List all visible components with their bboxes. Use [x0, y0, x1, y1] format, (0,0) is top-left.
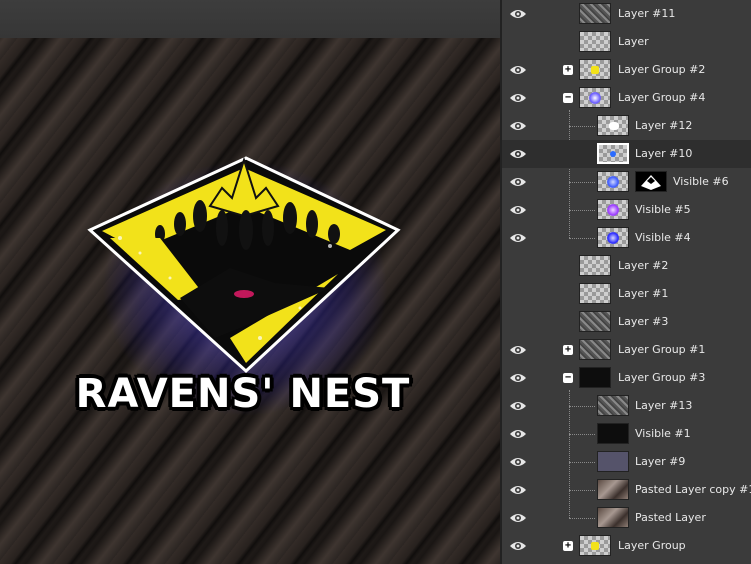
layer-name[interactable]: Layer Group #2 — [618, 63, 705, 76]
eye-icon[interactable] — [509, 147, 527, 161]
layer-name[interactable]: Pasted Layer copy #1 — [635, 483, 751, 496]
layer-name[interactable]: Layer #2 — [618, 259, 668, 272]
logo-raven-eye — [234, 290, 254, 298]
layer-name[interactable]: Layer #13 — [635, 399, 692, 412]
layer-group-row[interactable]: + Layer Group — [502, 532, 751, 560]
eye-icon[interactable] — [509, 119, 527, 133]
layer-thumbnail — [597, 395, 629, 416]
layer-thumbnail — [597, 451, 629, 472]
canvas-top-bar — [0, 0, 500, 39]
layer-thumbnail — [597, 143, 629, 164]
layer-name[interactable]: Layer #10 — [635, 147, 692, 160]
layer-group-row[interactable]: − Layer Group #4 — [502, 84, 751, 112]
minus-icon[interactable]: − — [563, 93, 573, 103]
minus-icon[interactable]: − — [563, 373, 573, 383]
layer-name[interactable]: Layer Group #4 — [618, 91, 705, 104]
layers-panel: Layer #11 Layer + Layer Group #2 − Layer… — [502, 0, 751, 564]
layer-thumbnail — [597, 115, 629, 136]
layer-name[interactable]: Layer #9 — [635, 455, 685, 468]
layer-thumbnail — [579, 255, 611, 276]
layer-row[interactable]: Layer #11 — [502, 0, 751, 28]
layer-name[interactable]: Layer #11 — [618, 7, 675, 20]
layer-row[interactable]: Visible #4 — [502, 224, 751, 252]
layer-thumbnail — [597, 423, 629, 444]
layer-row-selected[interactable]: Layer #10 — [502, 140, 751, 168]
layer-name[interactable]: Visible #5 — [635, 203, 691, 216]
eye-icon[interactable] — [509, 7, 527, 21]
layer-name[interactable]: Pasted Layer — [635, 511, 706, 524]
layer-name[interactable]: Layer — [618, 35, 649, 48]
eye-icon[interactable] — [509, 63, 527, 77]
layer-thumbnail — [579, 535, 611, 556]
layer-thumbnail — [579, 367, 611, 388]
eye-icon[interactable] — [509, 427, 527, 441]
plus-icon[interactable]: + — [563, 541, 573, 551]
eye-icon[interactable] — [509, 455, 527, 469]
layer-name[interactable]: Visible #1 — [635, 427, 691, 440]
eye-icon[interactable] — [509, 343, 527, 357]
logo-title: RAVENS' NEST — [75, 371, 411, 417]
layer-thumbnail — [579, 311, 611, 332]
layer-row[interactable]: Layer #2 — [502, 252, 751, 280]
layer-name[interactable]: Visible #4 — [635, 231, 691, 244]
eye-icon[interactable] — [509, 483, 527, 497]
layer-row[interactable]: Layer — [502, 28, 751, 56]
eye-icon[interactable] — [509, 371, 527, 385]
layer-thumbnail — [597, 507, 629, 528]
layer-name[interactable]: Layer Group #3 — [618, 371, 705, 384]
plus-icon[interactable]: + — [563, 345, 573, 355]
layer-thumbnail — [579, 59, 611, 80]
eye-icon[interactable] — [509, 203, 527, 217]
layer-row[interactable]: Layer #13 — [502, 392, 751, 420]
layer-thumbnail — [579, 339, 611, 360]
layer-name[interactable]: Visible #6 — [673, 175, 729, 188]
layer-row[interactable]: Pasted Layer — [502, 504, 751, 532]
plus-icon[interactable]: + — [563, 65, 573, 75]
layer-name[interactable]: Layer #3 — [618, 315, 668, 328]
layer-thumbnail — [597, 227, 629, 248]
layer-thumbnail — [597, 479, 629, 500]
layer-thumbnail — [597, 199, 629, 220]
layer-group-row[interactable]: − Layer Group #3 — [502, 364, 751, 392]
layer-row[interactable]: Pasted Layer copy #1 — [502, 476, 751, 504]
eye-icon[interactable] — [509, 399, 527, 413]
layer-row[interactable]: Visible #6 — [502, 168, 751, 196]
layer-row[interactable]: Layer #9 — [502, 448, 751, 476]
layer-name[interactable]: Layer Group — [618, 539, 686, 552]
layer-row[interactable]: Visible #5 — [502, 196, 751, 224]
eye-icon[interactable] — [509, 231, 527, 245]
layer-thumbnail — [597, 171, 629, 192]
layer-name[interactable]: Layer Group #1 — [618, 343, 705, 356]
canvas-view[interactable]: RAVENS' NEST — [0, 38, 500, 564]
layer-name[interactable]: Layer #1 — [618, 287, 668, 300]
layer-thumbnail — [579, 87, 611, 108]
layer-name[interactable]: Layer #12 — [635, 119, 692, 132]
layer-thumbnail — [579, 283, 611, 304]
eye-icon[interactable] — [509, 511, 527, 525]
eye-icon[interactable] — [509, 175, 527, 189]
layer-row[interactable]: Layer #3 — [502, 308, 751, 336]
eye-icon[interactable] — [509, 91, 527, 105]
layer-row[interactable]: Layer #12 — [502, 112, 751, 140]
layer-row[interactable]: Layer #1 — [502, 280, 751, 308]
eye-icon[interactable] — [509, 539, 527, 553]
layer-mask-thumbnail — [635, 171, 667, 192]
layer-group-row[interactable]: + Layer Group #1 — [502, 336, 751, 364]
layer-thumbnail — [579, 3, 611, 24]
layer-row[interactable]: Visible #1 — [502, 420, 751, 448]
layer-group-row[interactable]: + Layer Group #2 — [502, 56, 751, 84]
layer-thumbnail — [579, 31, 611, 52]
logo-artwork — [87, 156, 401, 374]
